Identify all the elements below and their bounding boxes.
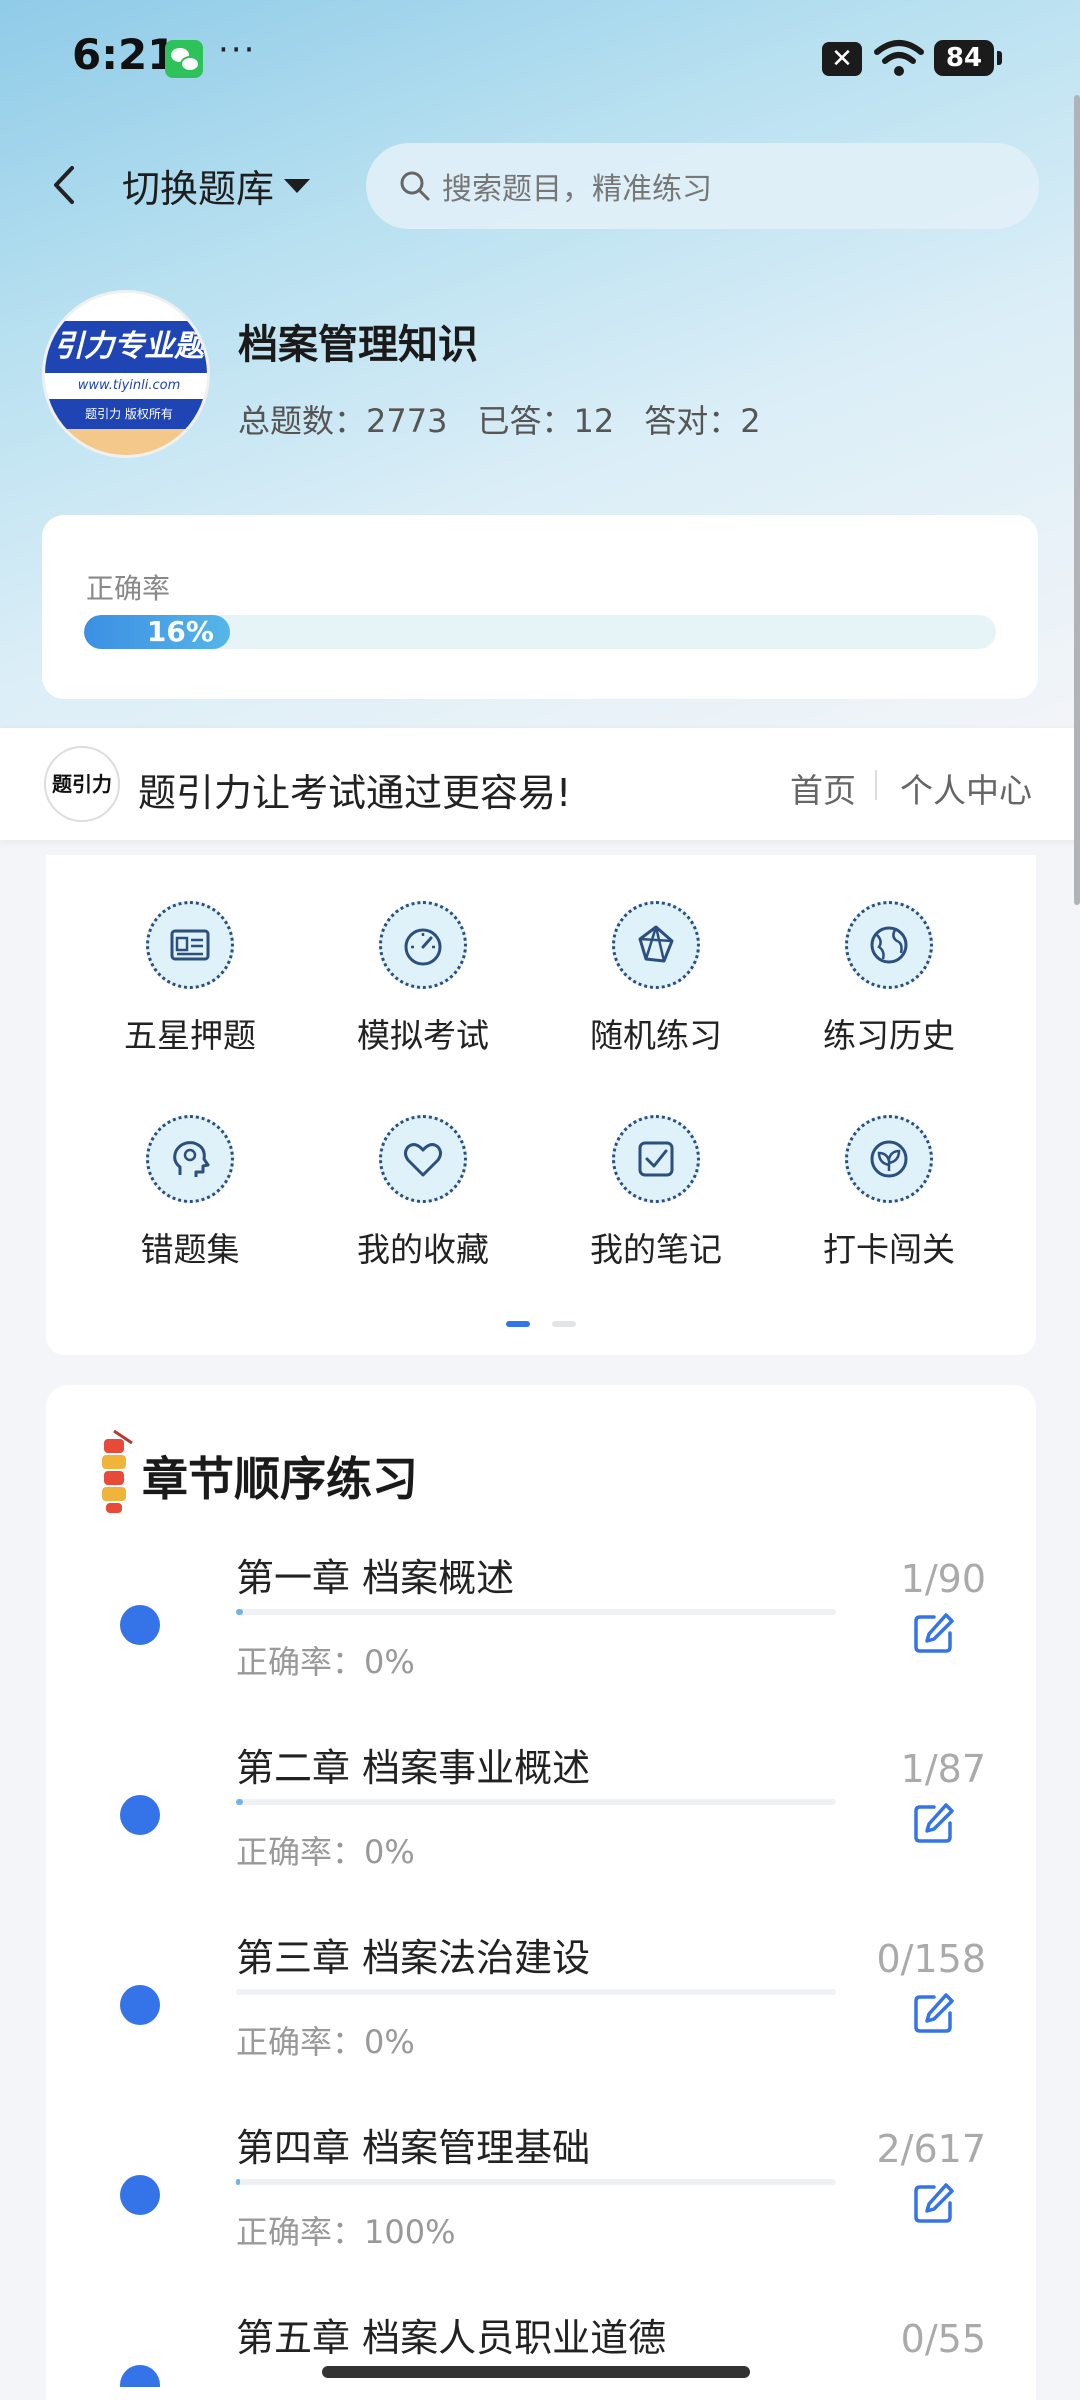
switch-bank-label: 切换题库 xyxy=(122,167,275,211)
accuracy-label: 正确率 xyxy=(86,572,171,605)
grid-item-wrong-questions[interactable]: 错题集 xyxy=(90,1115,290,1275)
chapter-progress-fill xyxy=(236,2179,241,2185)
user-center-link[interactable]: 个人中心 xyxy=(900,764,1032,812)
firecracker-icon xyxy=(102,1429,133,1513)
chapter-name: 第五章 档案人员职业道德 xyxy=(236,2316,667,2360)
status-bar: 6:21 ··· ✕ 84 xyxy=(0,0,1080,120)
chapter-dot xyxy=(120,1985,160,2025)
chapter-row[interactable]: 第四章 档案管理基础 正确率：100% 2/617 xyxy=(46,2117,1036,2307)
grid-item-notes[interactable]: 我的笔记 xyxy=(556,1115,756,1275)
chapter-count: 1/87 xyxy=(900,1747,986,1791)
divider xyxy=(875,770,877,800)
logo-copyright: 题引力 版权所有 xyxy=(45,399,207,429)
promo-bar: 题引力 题引力让考试通过更容易! 首页 个人中心 xyxy=(0,728,1080,840)
grid-label: 五星押题 xyxy=(124,1016,256,1055)
grid-label: 打卡闯关 xyxy=(823,1230,955,1269)
chapter-row[interactable]: 第三章 档案法治建设 正确率：0% 0/158 xyxy=(46,1927,1036,2117)
accuracy-progress-bar: 16% xyxy=(84,615,996,649)
head-icon xyxy=(146,1115,234,1203)
gauge-icon xyxy=(379,901,467,989)
heart-icon xyxy=(379,1115,467,1203)
bank-title: 档案管理知识 xyxy=(238,322,478,368)
chapter-accuracy: 正确率：0% xyxy=(236,2023,415,2061)
grid-item-favorites[interactable]: 我的收藏 xyxy=(323,1115,523,1275)
grid-label: 练习历史 xyxy=(823,1016,955,1055)
scrollbar[interactable] xyxy=(1074,95,1080,905)
chapter-dot xyxy=(120,1795,160,1835)
edit-icon[interactable] xyxy=(912,1611,956,1655)
promo-slogan: 题引力让考试通过更容易! xyxy=(138,771,572,815)
accuracy-progress-fill: 16% xyxy=(84,615,230,649)
chapter-progress-bar xyxy=(236,1799,836,1805)
grid-item-mock-exam[interactable]: 模拟考试 xyxy=(323,901,523,1061)
search-icon xyxy=(400,171,430,201)
chapter-row[interactable]: 第一章 档案概述 正确率：0% 1/90 xyxy=(46,1547,1036,1737)
chapter-dot xyxy=(120,2365,160,2387)
more-notifications-icon: ··· xyxy=(218,30,257,70)
chapter-count: 0/55 xyxy=(900,2317,986,2361)
chapter-progress-fill xyxy=(236,1609,243,1615)
home-indicator[interactable] xyxy=(322,2366,750,2378)
chapter-dot xyxy=(120,2175,160,2215)
grid-item-five-star[interactable]: 五星押题 xyxy=(90,901,290,1061)
chapter-progress-fill xyxy=(236,1799,243,1805)
correct-count: 答对：2 xyxy=(644,402,761,440)
pager-dot xyxy=(552,1321,576,1327)
edit-icon[interactable] xyxy=(912,1801,956,1845)
globe-icon xyxy=(845,901,933,989)
signal-off-icon: ✕ xyxy=(822,42,862,76)
grid-label: 模拟考试 xyxy=(357,1016,489,1055)
chapter-progress-bar xyxy=(236,1609,836,1615)
search-placeholder: 搜索题目，精准练习 xyxy=(442,172,712,207)
battery-icon: 84 xyxy=(934,40,1002,76)
chapter-name: 第三章 档案法治建设 xyxy=(236,1936,591,1980)
logo-url: www.tiyinli.com xyxy=(45,373,207,399)
pager-dot-active xyxy=(506,1321,530,1327)
edit-icon[interactable] xyxy=(912,2181,956,2225)
chapter-name: 第一章 档案概述 xyxy=(236,1556,515,1600)
switch-bank-dropdown[interactable]: 切换题库 xyxy=(122,158,311,213)
home-link[interactable]: 首页 xyxy=(790,764,856,812)
grid-item-check-in[interactable]: 打卡闯关 xyxy=(789,1115,989,1275)
accuracy-card: 正确率 16% xyxy=(42,515,1038,699)
tiyinli-logo: 题引力 xyxy=(44,746,120,822)
grid-item-random-practice[interactable]: 随机练习 xyxy=(556,901,756,1061)
chapter-accuracy: 正确率：100% xyxy=(236,2213,456,2251)
chapter-accuracy: 正确率：0% xyxy=(236,1833,415,1871)
chapter-dot xyxy=(120,1605,160,1645)
checkbox-icon xyxy=(612,1115,700,1203)
chapter-count: 0/158 xyxy=(876,1937,986,1981)
grid-label: 错题集 xyxy=(140,1230,240,1269)
chapter-name: 第二章 档案事业概述 xyxy=(236,1746,591,1790)
back-icon[interactable] xyxy=(40,160,90,210)
wechat-icon xyxy=(165,40,203,78)
chapter-accuracy: 正确率：0% xyxy=(236,1643,415,1681)
chapter-progress-bar xyxy=(236,2179,836,2185)
grid-label: 我的收藏 xyxy=(357,1230,489,1269)
bank-stats: 总题数：2773 已答：12 答对：2 xyxy=(238,396,761,442)
chapter-practice-section: 章节顺序练习 第一章 档案概述 正确率：0% 1/90 第二章 档案事业概述 正… xyxy=(46,1385,1036,2400)
section-title: 章节顺序练习 xyxy=(142,1452,418,1506)
grid-item-practice-history[interactable]: 练习历史 xyxy=(789,901,989,1061)
question-bank-logo: 引力专业题 www.tiyinli.com 题引力 版权所有 xyxy=(42,290,210,458)
chapter-row[interactable]: 第二章 档案事业概述 正确率：0% 1/87 xyxy=(46,1737,1036,1927)
answered-count: 已答：12 xyxy=(477,402,615,440)
leaf-icon xyxy=(845,1115,933,1203)
grid-label: 我的笔记 xyxy=(590,1230,722,1269)
search-input[interactable]: 搜索题目，精准练习 xyxy=(366,143,1039,229)
id-card-icon xyxy=(146,901,234,989)
chapter-progress-bar xyxy=(236,1989,836,1995)
chapter-count: 1/90 xyxy=(900,1557,986,1601)
wifi-icon xyxy=(874,40,924,76)
status-time: 6:21 xyxy=(72,30,177,79)
grid-label: 随机练习 xyxy=(590,1016,722,1055)
edit-icon[interactable] xyxy=(912,1991,956,2035)
chapter-count: 2/617 xyxy=(876,2127,986,2171)
total-count: 总题数：2773 xyxy=(238,402,448,440)
random-icon xyxy=(612,901,700,989)
logo-title: 引力专业题 xyxy=(45,321,207,373)
function-grid: 五星押题 模拟考试 随机练习 练习历史 错题集 我的收藏 我的笔记 打卡闯关 xyxy=(46,855,1036,1355)
chapter-name: 第四章 档案管理基础 xyxy=(236,2126,591,2170)
caret-down-icon xyxy=(284,178,311,193)
